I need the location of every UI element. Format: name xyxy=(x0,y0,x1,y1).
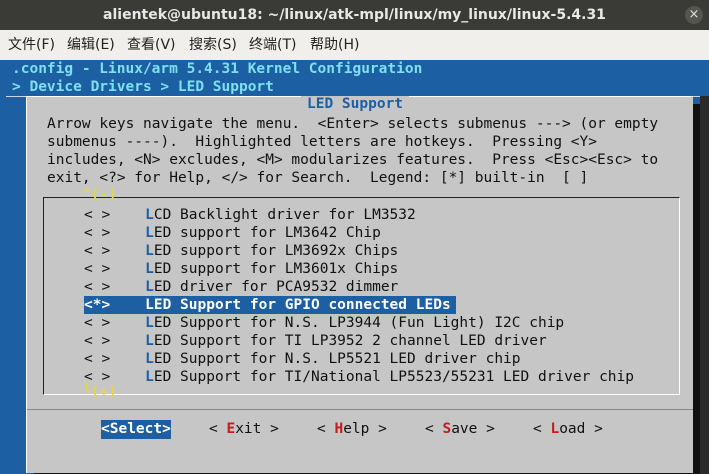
help-text-line: exit, <?> for Help, </> for Search. Lege… xyxy=(47,170,589,186)
dialog-shadow xyxy=(692,104,700,474)
menu-search[interactable]: 搜索(S) xyxy=(189,30,237,60)
button-bar: <Select> < Exit > < Help > < Save > < Lo… xyxy=(27,420,693,440)
list-item[interactable]: < > LCD Backlight driver for LM3532 xyxy=(84,206,456,224)
list-item[interactable]: < > LED Support for TI LP3952 2 channel … xyxy=(84,332,684,350)
list-item[interactable]: < > LED Support for TI/National LP5523/5… xyxy=(84,368,684,386)
list-item[interactable]: < > LED support for LM3642 Chip xyxy=(84,224,456,242)
select-button[interactable]: <Select> xyxy=(101,420,171,439)
terminal-edge xyxy=(700,96,709,474)
list-item-selected[interactable]: <*> LED Support for GPIO connected LEDs xyxy=(84,296,456,314)
scroll-down-indicator: └(+) xyxy=(82,384,117,400)
menuconfig-dialog: LED Support Arrow keys navigate the menu… xyxy=(26,96,693,473)
list-item[interactable]: < > LED Support for N.S. LP5521 LED driv… xyxy=(84,350,684,368)
menubar: 文件(F) 编辑(E) 查看(V) 搜索(S) 终端(T) 帮助(H) xyxy=(0,30,709,60)
window-title: alientek@ubuntu18: ~/linux/atk-mpl/linux… xyxy=(103,7,606,23)
breadcrumb: > Device Drivers > LED Support xyxy=(12,79,274,95)
terminal-area[interactable]: .config - Linux/arm 5.4.31 Kernel Config… xyxy=(0,60,709,474)
menu-help[interactable]: 帮助(H) xyxy=(310,30,359,60)
window-titlebar: alientek@ubuntu18: ~/linux/atk-mpl/linux… xyxy=(0,0,709,30)
help-button[interactable]: < Help > xyxy=(317,420,387,439)
scroll-up-indicator: ^(-) xyxy=(82,187,117,203)
menu-file[interactable]: 文件(F) xyxy=(8,30,55,60)
help-text-line: submenus ----). Highlighted letters are … xyxy=(47,134,597,150)
save-button[interactable]: < Save > xyxy=(425,420,495,439)
load-button[interactable]: < Load > xyxy=(533,420,603,439)
options-list[interactable]: ^(-) < > LCD Backlight driver for LM3532… xyxy=(43,187,680,400)
list-item[interactable]: < > LED Support for N.S. LP3944 (Fun Lig… xyxy=(84,314,684,332)
button-separator xyxy=(27,409,693,410)
help-text-line: Arrow keys navigate the menu. <Enter> se… xyxy=(47,116,659,132)
menu-view[interactable]: 查看(V) xyxy=(127,30,176,60)
dialog-title: LED Support xyxy=(301,96,410,112)
exit-button[interactable]: < Exit > xyxy=(209,420,279,439)
menu-edit[interactable]: 编辑(E) xyxy=(67,30,115,60)
list-item[interactable]: < > LED support for LM3601x Chips xyxy=(84,260,456,278)
menu-terminal[interactable]: 终端(T) xyxy=(249,30,296,60)
config-title: .config - Linux/arm 5.4.31 Kernel Config… xyxy=(12,61,423,77)
close-icon[interactable]: × xyxy=(685,6,703,24)
list-item[interactable]: < > LED driver for PCA9532 dimmer xyxy=(84,278,456,296)
help-text-line: includes, <N> excludes, <M> modularizes … xyxy=(47,152,659,168)
list-item[interactable]: < > LED support for LM3692x Chips xyxy=(84,242,456,260)
